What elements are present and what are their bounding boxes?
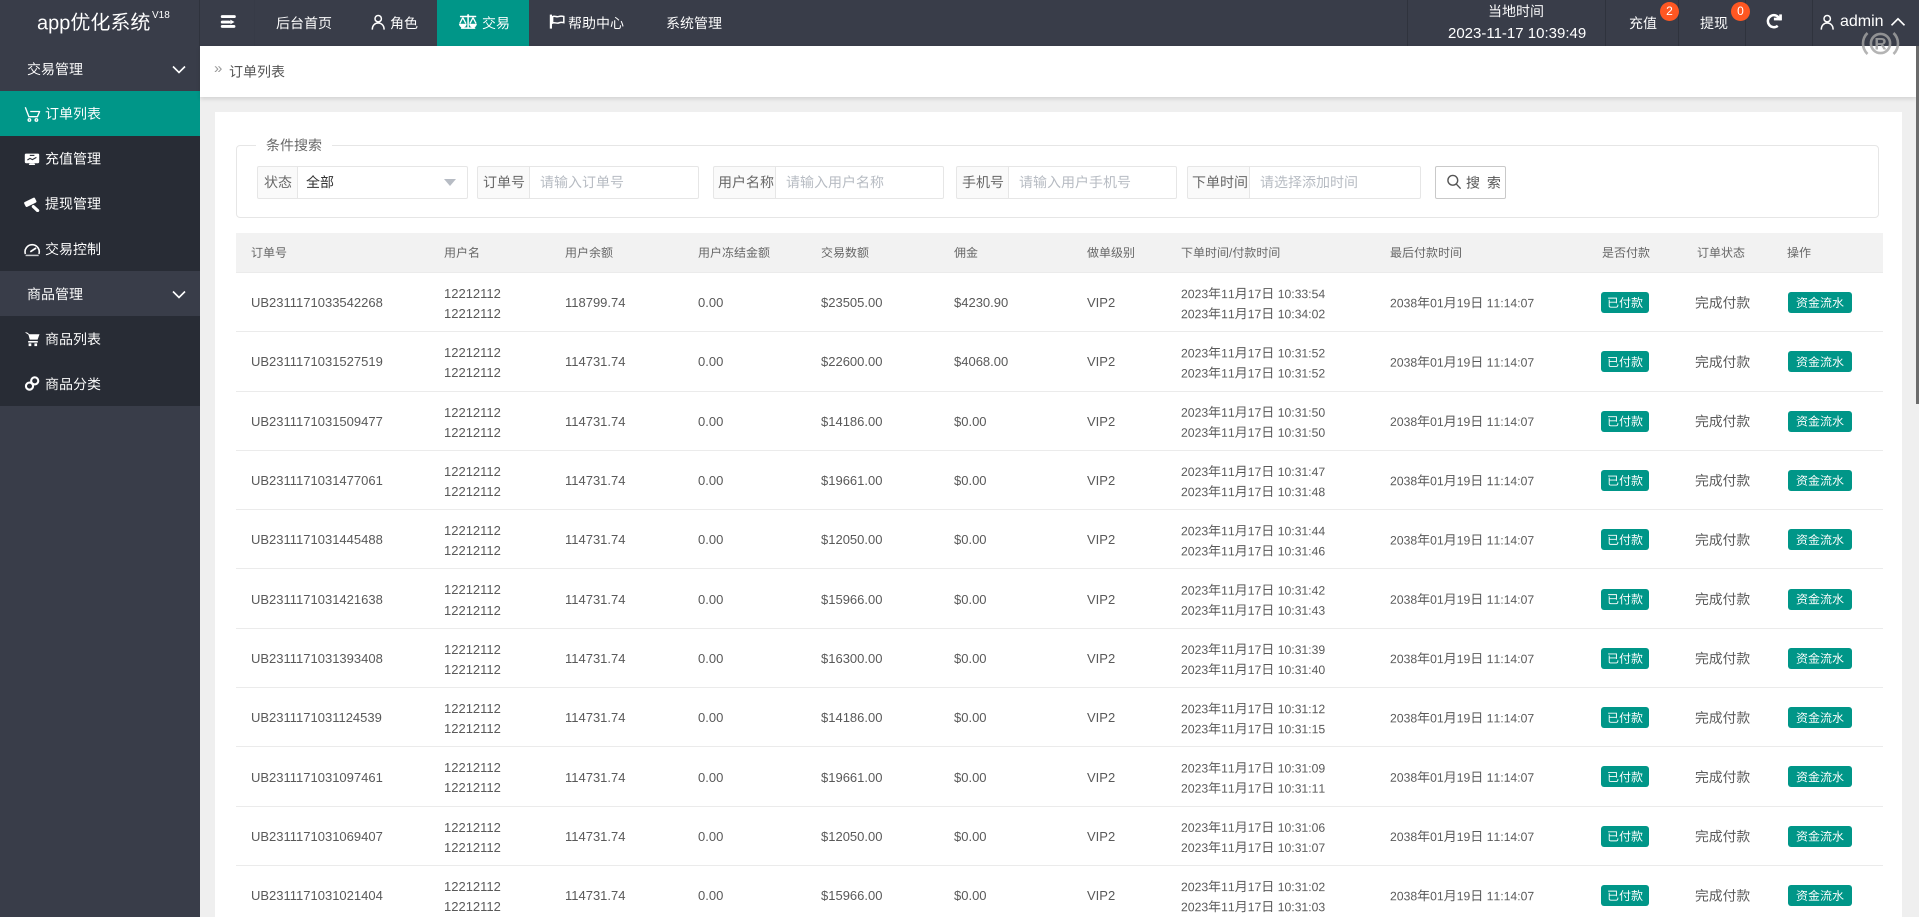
svg-text:R: R bbox=[1874, 35, 1886, 54]
